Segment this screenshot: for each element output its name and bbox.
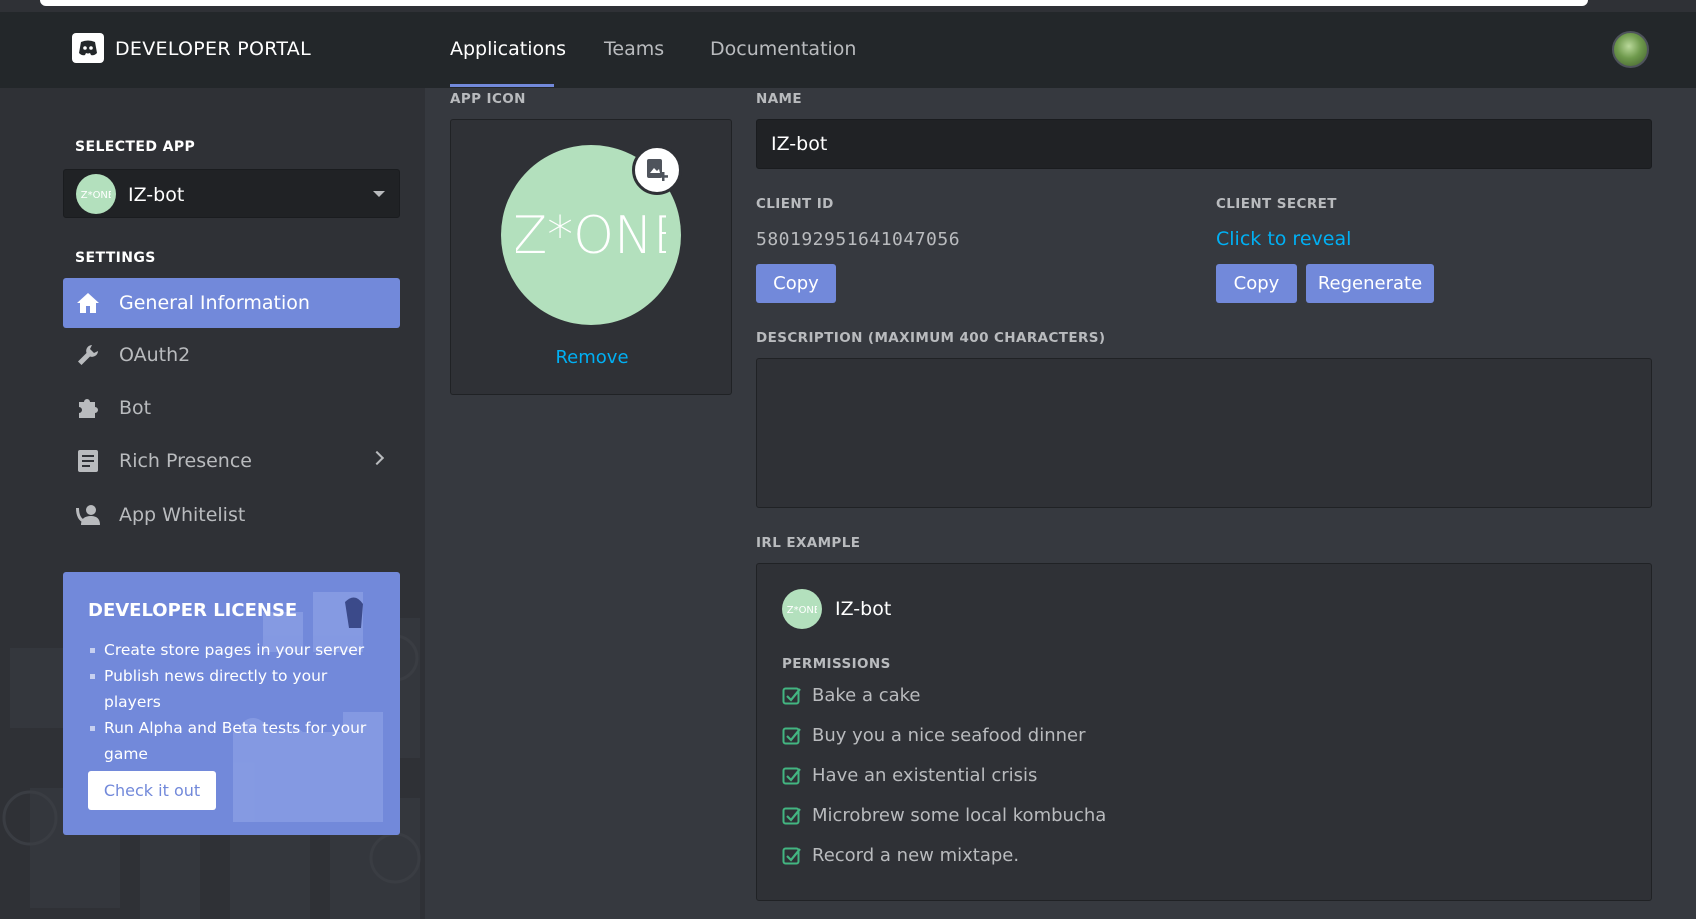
- brand-title[interactable]: DEVELOPER PORTAL: [115, 38, 311, 60]
- svg-text:IZ*ONE: IZ*ONE: [787, 605, 817, 616]
- user-whitelist-icon: [73, 500, 103, 530]
- sidebar-item-label: App Whitelist: [119, 504, 246, 526]
- license-bullet: Publish news directly to your players: [88, 663, 388, 715]
- description-label: DESCRIPTION (MAXIMUM 400 CHARACTERS): [756, 330, 1106, 346]
- permission-text: Bake a cake: [812, 685, 921, 706]
- checkbox-checked-icon: [782, 806, 802, 826]
- license-bullet-list: Create store pages in your server Publis…: [88, 637, 388, 767]
- permission-item: Microbrew some local kombucha: [782, 805, 1106, 826]
- sidebar-item-label: Rich Presence: [119, 450, 252, 472]
- tab-applications[interactable]: Applications: [450, 38, 566, 60]
- permission-text: Record a new mixtape.: [812, 845, 1020, 866]
- checkbox-checked-icon: [782, 726, 802, 746]
- selected-app-dropdown[interactable]: IZ*ONE IZ-bot: [63, 169, 400, 218]
- sidebar: SELECTED APP IZ*ONE IZ-bot SETTINGS Gene…: [0, 88, 425, 919]
- svg-text:IZ*ONE: IZ*ONE: [81, 190, 111, 201]
- active-tab-indicator: [450, 84, 554, 87]
- regenerate-secret-button[interactable]: Regenerate: [1306, 264, 1434, 303]
- client-id-value: 580192951641047056: [756, 229, 961, 250]
- chevron-down-icon: [373, 191, 385, 197]
- copy-client-secret-button[interactable]: Copy: [1216, 264, 1297, 303]
- license-title: DEVELOPER LICENSE: [88, 600, 298, 621]
- browser-address-bar: [40, 0, 1588, 6]
- sidebar-item-rich-presence[interactable]: Rich Presence: [63, 436, 400, 486]
- permission-text: Have an existential crisis: [812, 765, 1038, 786]
- home-icon: [73, 288, 103, 318]
- top-header: DEVELOPER PORTAL Applications Teams Docu…: [0, 12, 1696, 88]
- tab-teams[interactable]: Teams: [604, 38, 664, 60]
- selected-app-label: SELECTED APP: [75, 139, 196, 155]
- permission-item: Have an existential crisis: [782, 765, 1037, 786]
- app-icon-label: APP ICON: [450, 91, 526, 107]
- checkbox-checked-icon: [782, 686, 802, 706]
- license-bullet: Create store pages in your server: [88, 637, 388, 663]
- permission-item: Record a new mixtape.: [782, 845, 1019, 866]
- license-bullet: Run Alpha and Beta tests for your game: [88, 715, 388, 767]
- app-icon-panel: IZ*ONE Remove: [450, 119, 732, 395]
- selected-app-name: IZ-bot: [128, 184, 185, 206]
- sidebar-item-label: Bot: [119, 397, 152, 419]
- settings-label: SETTINGS: [75, 250, 156, 266]
- user-avatar[interactable]: [1612, 31, 1649, 68]
- permissions-label: PERMISSIONS: [782, 656, 891, 672]
- sidebar-item-bot[interactable]: Bot: [63, 383, 400, 433]
- permission-item: Bake a cake: [782, 685, 921, 706]
- puzzle-icon: [73, 393, 103, 423]
- checkbox-checked-icon: [782, 766, 802, 786]
- chevron-right-icon: [369, 450, 385, 466]
- app-avatar: IZ*ONE: [76, 174, 116, 214]
- sidebar-item-label: General Information: [119, 292, 310, 314]
- tab-documentation[interactable]: Documentation: [710, 38, 856, 60]
- sidebar-item-label: OAuth2: [119, 344, 191, 366]
- wrench-icon: [73, 340, 103, 370]
- upload-image-icon[interactable]: [632, 145, 682, 195]
- irl-example-label: IRL EXAMPLE: [756, 535, 861, 551]
- irl-app-name: IZ-bot: [835, 598, 892, 620]
- client-id-label: CLIENT ID: [756, 196, 834, 212]
- izone-logo-icon: IZ*ONE: [516, 206, 666, 265]
- permission-text: Microbrew some local kombucha: [812, 805, 1107, 826]
- name-label: NAME: [756, 91, 803, 107]
- discord-logo-icon[interactable]: [72, 33, 104, 63]
- name-input[interactable]: [756, 119, 1652, 169]
- irl-example-panel: IZ*ONE IZ-bot PERMISSIONS Bake a cake Bu…: [756, 563, 1652, 901]
- copy-client-id-button[interactable]: Copy: [756, 264, 836, 303]
- developer-license-card: DEVELOPER LICENSE Create store pages in …: [63, 572, 400, 835]
- irl-app-avatar: IZ*ONE: [782, 589, 822, 629]
- checkbox-checked-icon: [782, 846, 802, 866]
- permission-text: Buy you a nice seafood dinner: [812, 725, 1086, 746]
- check-it-out-button[interactable]: Check it out: [88, 771, 216, 810]
- remove-icon-link[interactable]: Remove: [451, 347, 733, 368]
- svg-text:IZ*ONE: IZ*ONE: [516, 206, 666, 265]
- sidebar-item-general-information[interactable]: General Information: [63, 278, 400, 328]
- sidebar-item-oauth2[interactable]: OAuth2: [63, 330, 400, 380]
- sidebar-item-app-whitelist[interactable]: App Whitelist: [63, 490, 400, 540]
- reveal-secret-link[interactable]: Click to reveal: [1216, 228, 1351, 250]
- document-icon: [73, 446, 103, 476]
- description-textarea[interactable]: [756, 358, 1652, 508]
- browser-chrome: [0, 0, 1696, 12]
- permission-item: Buy you a nice seafood dinner: [782, 725, 1086, 746]
- client-secret-label: CLIENT SECRET: [1216, 196, 1337, 212]
